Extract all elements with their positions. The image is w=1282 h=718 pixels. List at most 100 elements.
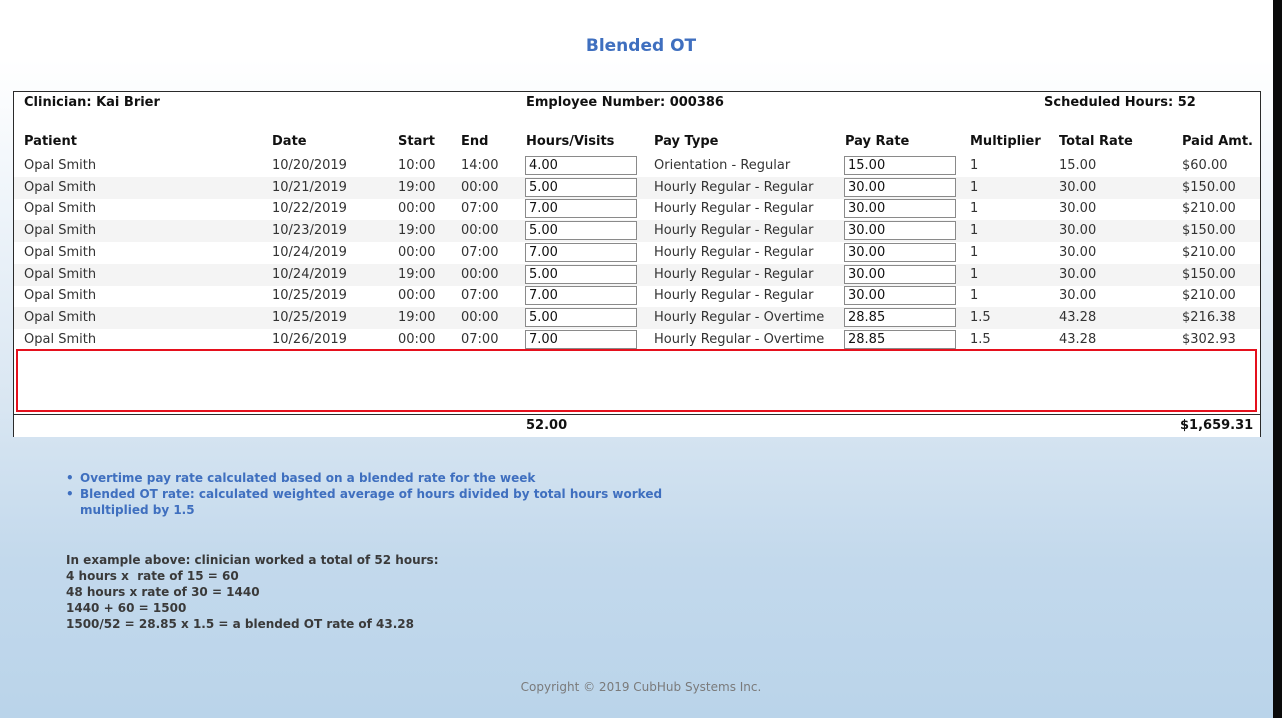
cell-multiplier: 1.5	[970, 332, 991, 347]
col-end: End	[461, 134, 489, 149]
example-line-4: 1500/52 = 28.85 x 1.5 = a blended OT rat…	[66, 617, 414, 631]
pay-rate-input[interactable]: 30.00	[844, 221, 956, 240]
cell-paid-amt: $210.00	[1182, 245, 1236, 260]
cell-date: 10/24/2019	[272, 245, 347, 260]
hours-input[interactable]: 5.00	[525, 221, 637, 240]
table-row: Opal Smith 10/25/2019 00:00 07:00 Hourly Reg…	[14, 285, 1260, 307]
cell-pay-type: Orientation - Regular	[654, 158, 791, 173]
pay-rate-input[interactable]: 30.00	[844, 178, 956, 197]
cell-patient: Opal Smith	[24, 310, 97, 325]
total-paid: $1,659.31	[1180, 418, 1254, 433]
cell-multiplier: 1	[970, 267, 979, 282]
cell-start: 19:00	[398, 310, 436, 325]
example-line-3: 1440 + 60 = 1500	[66, 601, 187, 615]
col-start: Start	[398, 134, 435, 149]
hours-input[interactable]: 5.00	[525, 265, 637, 284]
hours-input[interactable]: 7.00	[525, 286, 637, 305]
cell-multiplier: 1.5	[970, 310, 991, 325]
table-row: Opal Smith 10/26/2019 00:00 07:00 Hourly Reg…	[14, 329, 1260, 351]
cell-total-rate: 43.28	[1059, 332, 1097, 347]
table-row: Opal Smith 10/25/2019 19:00 00:00 Hourly Reg…	[14, 307, 1260, 329]
col-pay-rate: Pay Rate	[845, 134, 910, 149]
hours-input[interactable]: 7.00	[525, 199, 637, 218]
table-row: Opal Smith 10/24/2019 00:00 07:00 Hourly Reg…	[14, 242, 1260, 264]
cell-pay-type: Hourly Regular - Regular	[654, 201, 814, 216]
col-pay-type: Pay Type	[654, 134, 719, 149]
example-line-1: 4 hours x rate of 15 = 60	[66, 569, 239, 583]
cell-start: 00:00	[398, 332, 436, 347]
pay-rate-input[interactable]: 30.00	[844, 243, 956, 262]
notes-section: • Overtime pay rate calculated based on a…	[66, 470, 786, 518]
cell-multiplier: 1	[970, 201, 979, 216]
cell-end: 00:00	[461, 223, 499, 238]
cell-total-rate: 30.00	[1059, 201, 1097, 216]
pay-rate-input[interactable]: 30.00	[844, 199, 956, 218]
cell-date: 10/25/2019	[272, 288, 347, 303]
cell-pay-type: Hourly Regular - Regular	[654, 288, 814, 303]
note-text-2: Blended OT rate: calculated weighted ave…	[80, 487, 663, 517]
total-hours: 52.00	[526, 418, 568, 433]
cell-end: 14:00	[461, 158, 499, 173]
scheduled-hours-label: Scheduled Hours: 52	[1044, 95, 1196, 110]
cell-end: 00:00	[461, 180, 499, 195]
pay-rate-input[interactable]: 28.85	[844, 330, 956, 349]
cell-start: 19:00	[398, 267, 436, 282]
note-bullet-2: • Blended OT rate: calculated weighted av…	[66, 486, 786, 518]
cell-pay-type: Hourly Regular - Regular	[654, 180, 814, 195]
hours-input[interactable]: 4.00	[525, 156, 637, 175]
cell-patient: Opal Smith	[24, 180, 97, 195]
hours-input[interactable]: 7.00	[525, 330, 637, 349]
cell-multiplier: 1	[970, 223, 979, 238]
col-paid-amt: Paid Amt.	[1182, 134, 1253, 149]
cell-pay-type: Hourly Regular - Regular	[654, 245, 814, 260]
cell-total-rate: 30.00	[1059, 288, 1097, 303]
cell-end: 07:00	[461, 332, 499, 347]
cell-total-rate: 30.00	[1059, 180, 1097, 195]
cell-end: 07:00	[461, 288, 499, 303]
table-row: Opal Smith 10/24/2019 19:00 00:00 Hourly Reg…	[14, 264, 1260, 286]
cell-total-rate: 30.00	[1059, 267, 1097, 282]
info-bar: Clinician: Kai Brier Employee Number: 00…	[14, 92, 1260, 114]
cell-start: 19:00	[398, 180, 436, 195]
pay-rate-input[interactable]: 30.00	[844, 265, 956, 284]
clinician-label: Clinician: Kai Brier	[24, 95, 160, 110]
cell-multiplier: 1	[970, 288, 979, 303]
page-title: Blended OT	[585, 36, 697, 56]
cell-start: 19:00	[398, 223, 436, 238]
pay-rate-input[interactable]: 30.00	[844, 286, 956, 305]
cell-total-rate: 43.28	[1059, 310, 1097, 325]
pay-rate-input[interactable]: 28.85	[844, 308, 956, 327]
cell-total-rate: 15.00	[1059, 158, 1097, 173]
copyright-footer: Copyright © 2019 CubHub Systems Inc.	[520, 680, 762, 694]
cell-start: 10:00	[398, 158, 436, 173]
cell-patient: Opal Smith	[24, 332, 97, 347]
cell-patient: Opal Smith	[24, 158, 97, 173]
example-line-2: 48 hours x rate of 30 = 1440	[66, 585, 260, 599]
cell-paid-amt: $150.00	[1182, 223, 1236, 238]
col-total-rate: Total Rate	[1059, 134, 1133, 149]
table-row: Opal Smith 10/23/2019 19:00 00:00 Hourly Reg…	[14, 220, 1260, 242]
cell-paid-amt: $150.00	[1182, 180, 1236, 195]
hours-input[interactable]: 5.00	[525, 178, 637, 197]
cell-pay-type: Hourly Regular - Overtime	[654, 332, 825, 347]
cell-patient: Opal Smith	[24, 267, 97, 282]
cell-pay-type: Hourly Regular - Regular	[654, 223, 814, 238]
bullet-dot: •	[66, 471, 74, 485]
hours-input[interactable]: 5.00	[525, 308, 637, 327]
table-row: Opal Smith 10/20/2019 10:00 14:00 Orientatio…	[14, 155, 1260, 177]
cell-total-rate: 30.00	[1059, 223, 1097, 238]
example-line-intro: In example above: clinician worked a tot…	[66, 553, 439, 567]
hours-input[interactable]: 7.00	[525, 243, 637, 262]
cell-date: 10/21/2019	[272, 180, 347, 195]
cell-paid-amt: $150.00	[1182, 267, 1236, 282]
cell-end: 07:00	[461, 201, 499, 216]
col-multiplier: Multiplier	[970, 134, 1041, 149]
totals-row: 52.00 $1,659.31	[14, 414, 1260, 437]
note-text-1: Overtime pay rate calculated based on a …	[80, 471, 536, 485]
col-date: Date	[272, 134, 307, 149]
cell-date: 10/20/2019	[272, 158, 347, 173]
pay-rate-input[interactable]: 15.00	[844, 156, 956, 175]
cell-end: 00:00	[461, 310, 499, 325]
table-row: Opal Smith 10/22/2019 00:00 07:00 Hourly Reg…	[14, 198, 1260, 220]
cell-patient: Opal Smith	[24, 245, 97, 260]
